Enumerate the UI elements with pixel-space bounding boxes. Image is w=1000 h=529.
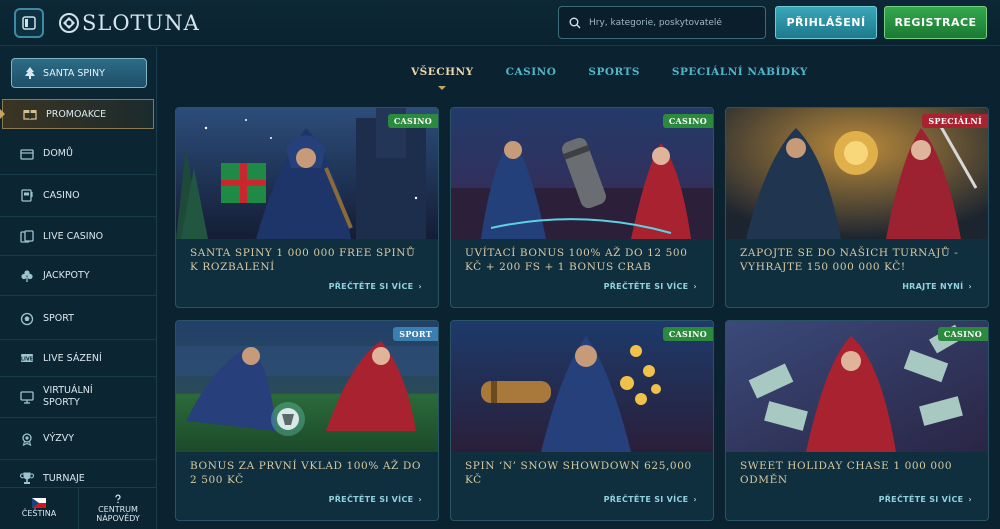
sidebar-item-label: TURNAJE [43,472,85,484]
home-icon [20,147,34,161]
live-cards-icon [20,229,34,243]
read-more-link[interactable]: PŘEČTĚTE SI VÍCE › [329,495,422,504]
chevron-right-icon: › [418,282,422,291]
search-box[interactable] [558,6,766,39]
tab-specialni-nabidky[interactable]: SPECIÁLNÍ NABÍDKY [656,66,824,88]
chevron-right-icon: › [693,282,697,291]
search-input[interactable] [589,17,759,28]
read-more-link[interactable]: PŘEČTĚTE SI VÍCE › [879,495,972,504]
read-more-label: PŘEČTĚTE SI VÍCE [328,495,414,504]
tab-sports[interactable]: SPORTS [572,66,656,88]
sidebar-item-label: VÝZVY [43,433,75,444]
promo-card[interactable]: CASINO Santa spiny 1 000 000 free spinů … [175,107,439,308]
medal-icon [20,432,34,446]
sidebar-item-domu[interactable]: DOMŮ [0,133,156,175]
read-more-label: PŘEČTĚTE SI VÍCE [603,282,689,291]
read-more-link[interactable]: PŘEČTĚTE SI VÍCE › [329,282,422,291]
sidebar-item-label: LIVE SÁZENÍ [43,352,102,364]
read-more-label: PŘEČTĚTE SI VÍCE [603,495,689,504]
promo-card[interactable]: SPORT Bonus za první vklad 100% až do 2 … [175,320,439,521]
read-more-label: PŘEČTĚTE SI VÍCE [878,495,964,504]
promo-tabs: VŠECHNY CASINO SPORTS SPECIÁLNÍ NABÍDKY [395,66,824,90]
virtual-monitor-icon [20,390,34,404]
category-badge: CASINO [387,114,438,128]
sidebar-item-live-sazeni[interactable]: LIVE LIVE SÁZENÍ [0,340,156,377]
category-badge: CASINO [937,327,988,341]
chevron-right-icon: › [968,495,972,504]
chevron-right-icon: › [968,282,972,291]
santa-spiny-button[interactable]: SANTA SPINY [11,58,147,88]
play-now-label: HRAJTE NYNÍ [902,282,964,291]
search-icon [569,17,581,28]
tab-vsechny[interactable]: VŠECHNY [395,66,490,90]
help-center-button[interactable]: CENTRUM NÁPOVĚDY [78,488,157,529]
sidebar-item-live-casino[interactable]: LIVE CASINO [0,217,156,256]
language-selector[interactable]: ČEŠTINA [0,488,78,529]
soccer-ball-icon [20,312,34,326]
sidebar-item-label: JACKPOTY [43,270,90,281]
help-icon [115,494,121,503]
sidebar-item-sport[interactable]: SPORT [0,298,156,340]
menu-toggle-button[interactable] [14,8,44,38]
promo-title: Sweet Holiday Chase 1 000 000 odměn [740,460,953,486]
chevron-right-icon: › [693,495,697,504]
tab-casino[interactable]: CASINO [490,66,573,88]
live-badge-icon: LIVE [20,351,34,365]
logo-text: SLOTUNA [82,11,200,35]
sidebar-item-virtualni-sporty[interactable]: VIRTUÁLNÍ SPORTY [0,377,156,418]
category-badge: CASINO [662,327,713,341]
sidebar-item-promoakce[interactable]: PROMOAKCE [0,99,154,129]
promo-title: Spin ‘n’ Snow Showdown 625,000 Kč [465,460,692,486]
sidebar-item-label: VIRTUÁLNÍ SPORTY [43,385,93,408]
play-now-link[interactable]: HRAJTE NYNÍ › [902,282,972,291]
chevron-right-icon: › [418,495,422,504]
promo-card[interactable]: CASINO Spin ‘n’ Snow Showdown 625,000 Kč… [450,320,714,521]
christmas-tree-icon [25,67,35,79]
slot-machine-icon [20,189,34,203]
promo-card[interactable]: CASINO Sweet Holiday Chase 1 000 000 odm… [725,320,989,521]
santa-spiny-label: SANTA SPINY [43,67,105,79]
sidebar-item-jackpoty[interactable]: JACKPOTY [0,256,156,296]
register-button[interactable]: REGISTRACE [884,6,987,39]
trophy-icon [20,471,34,485]
promo-icon [23,107,37,121]
sidebar-footer: ČEŠTINA CENTRUM NÁPOVĚDY [0,487,157,529]
read-more-link[interactable]: PŘEČTĚTE SI VÍCE › [604,282,697,291]
read-more-label: PŘEČTĚTE SI VÍCE [328,282,414,291]
promo-card[interactable]: CASINO Uvítací bonus 100% až do 12 500 K… [450,107,714,308]
category-badge: CASINO [662,114,713,128]
sidebar-item-label: SPORT [43,313,74,324]
czech-flag-icon [32,498,46,509]
sidebar: SANTA SPINY PROMOAKCE DOMŮ CASINO LIVE C… [0,47,157,529]
sidebar-item-casino[interactable]: CASINO [0,175,156,217]
promo-title: Uvítací bonus 100% až do 12 500 Kč + 200… [465,247,688,273]
logo-emblem-icon [59,13,79,33]
category-badge: SPORT [393,327,438,341]
sidebar-item-label: LIVE CASINO [43,230,104,242]
promo-title: Zapojte se do našich turnajů - vyhrajte … [740,247,959,273]
sidebar-item-label: CASINO [43,190,80,201]
help-center-label: CENTRUM NÁPOVĚDY [96,504,140,523]
clover-icon [20,269,34,283]
promo-title: Santa spiny 1 000 000 free spinů k rozba… [190,247,416,273]
language-label: ČEŠTINA [21,509,57,519]
login-button[interactable]: PŘIHLÁŠENÍ [775,6,877,39]
category-badge: SPECIÁLNÍ [922,114,988,128]
sidebar-item-label: PROMOAKCE [46,108,107,120]
sidebar-item-vyzvy[interactable]: VÝZVY [0,418,156,460]
logo[interactable]: SLOTUNA [58,9,200,37]
promo-card[interactable]: SPECIÁLNÍ Zapojte se do našich turnajů -… [725,107,989,308]
svg-text:LIVE: LIVE [21,356,34,362]
promo-title: Bonus za první vklad 100% až do 2 500 Kč [190,460,422,486]
sidebar-item-label: DOMŮ [43,148,73,159]
sidebar-toggle-icon [22,16,36,30]
read-more-link[interactable]: PŘEČTĚTE SI VÍCE › [604,495,697,504]
top-header: SLOTUNA PŘIHLÁŠENÍ REGISTRACE [0,0,1000,46]
